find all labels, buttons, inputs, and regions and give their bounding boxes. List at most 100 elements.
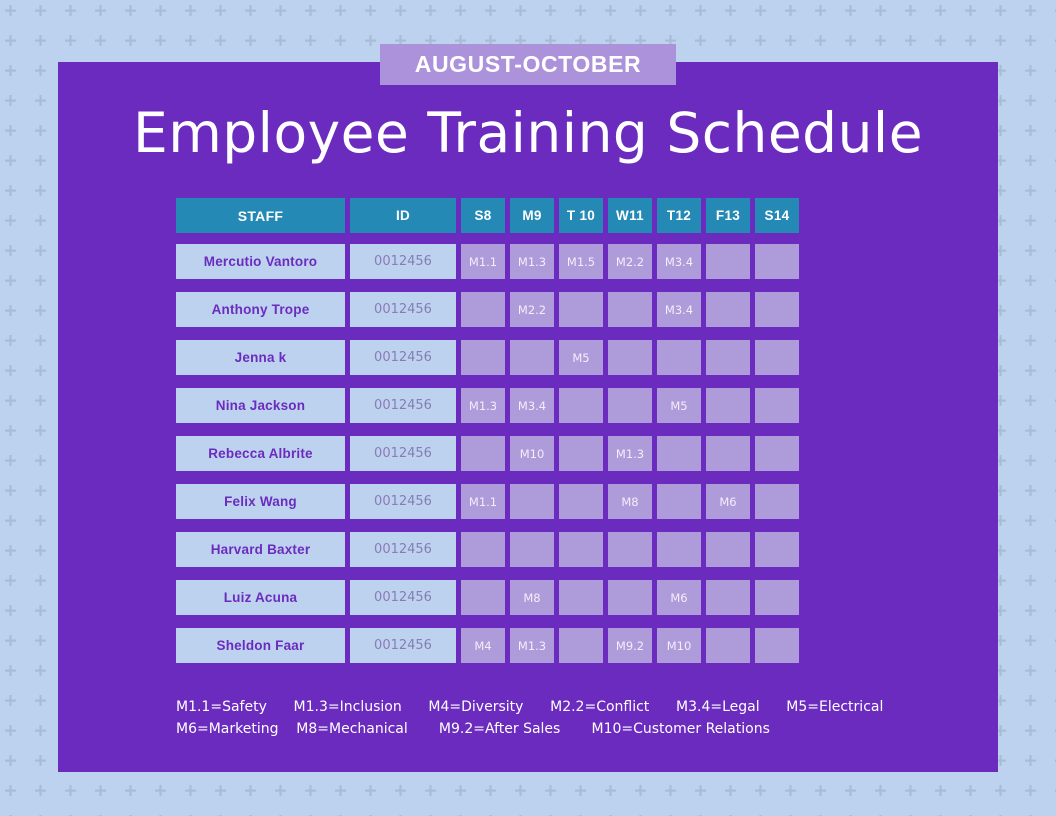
schedule-cell[interactable]: M4 [461,628,505,663]
column-header-f13[interactable]: F13 [706,198,750,233]
table-row: Luiz Acuna 0012456 M8 M6 [176,580,880,615]
schedule-cell[interactable] [657,532,701,567]
schedule-cell[interactable] [461,532,505,567]
table-row: Jenna k 0012456 M5 [176,340,880,375]
schedule-cell[interactable] [559,628,603,663]
schedule-cell[interactable] [755,484,799,519]
schedule-cell[interactable]: M6 [706,484,750,519]
staff-id[interactable]: 0012456 [350,292,456,327]
schedule-cell[interactable]: M10 [510,436,554,471]
schedule-cell[interactable] [461,292,505,327]
staff-id[interactable]: 0012456 [350,244,456,279]
schedule-cell[interactable]: M5 [559,340,603,375]
staff-id[interactable]: 0012456 [350,436,456,471]
schedule-cell[interactable]: M2.2 [510,292,554,327]
column-header-s8[interactable]: S8 [461,198,505,233]
schedule-cell[interactable]: M1.1 [461,244,505,279]
column-header-t10[interactable]: T 10 [559,198,603,233]
schedule-cell[interactable] [706,628,750,663]
schedule-cell[interactable] [559,436,603,471]
column-header-staff[interactable]: STAFF [176,198,345,233]
schedule-cell[interactable] [755,388,799,423]
schedule-cell[interactable]: M1.1 [461,484,505,519]
staff-name[interactable]: Harvard Baxter [176,532,345,567]
date-range-label: AUGUST-OCTOBER [414,51,642,77]
table-row: Nina Jackson 0012456 M1.3 M3.4 M5 [176,388,880,423]
schedule-cell[interactable] [608,340,652,375]
staff-name[interactable]: Rebecca Albrite [176,436,345,471]
staff-name[interactable]: Mercutio Vantoro [176,244,345,279]
schedule-cell[interactable] [706,292,750,327]
schedule-cell[interactable] [608,532,652,567]
schedule-cell[interactable]: M3.4 [510,388,554,423]
column-header-t12[interactable]: T12 [657,198,701,233]
date-range-banner: AUGUST-OCTOBER [380,44,676,85]
staff-name[interactable]: Felix Wang [176,484,345,519]
schedule-cell[interactable]: M9.2 [608,628,652,663]
staff-id[interactable]: 0012456 [350,628,456,663]
schedule-cell[interactable] [510,340,554,375]
schedule-cell[interactable] [608,388,652,423]
schedule-cell[interactable] [706,436,750,471]
schedule-cell[interactable] [510,532,554,567]
schedule-cell[interactable]: M1.3 [608,436,652,471]
schedule-cell[interactable] [755,292,799,327]
table-header-row: STAFF ID S8 M9 T 10 W11 T12 F13 S14 [176,198,880,233]
schedule-cell[interactable] [559,292,603,327]
staff-name[interactable]: Anthony Trope [176,292,345,327]
table-row: Harvard Baxter 0012456 [176,532,880,567]
schedule-cell[interactable]: M1.3 [461,388,505,423]
column-header-s14[interactable]: S14 [755,198,799,233]
column-header-id[interactable]: ID [350,198,456,233]
schedule-cell[interactable] [755,628,799,663]
schedule-cell[interactable]: M1.5 [559,244,603,279]
schedule-cell[interactable]: M10 [657,628,701,663]
page-title: Employee Training Schedule [132,101,924,165]
schedule-cell[interactable] [706,244,750,279]
schedule-cell[interactable] [755,580,799,615]
schedule-cell[interactable] [559,388,603,423]
table-row: Mercutio Vantoro 0012456 M1.1 M1.3 M1.5 … [176,244,880,279]
column-header-m9[interactable]: M9 [510,198,554,233]
table-row: Sheldon Faar 0012456 M4 M1.3 M9.2 M10 [176,628,880,663]
schedule-cell[interactable] [706,532,750,567]
schedule-cell[interactable] [657,484,701,519]
schedule-cell[interactable]: M5 [657,388,701,423]
schedule-cell[interactable] [559,532,603,567]
schedule-cell[interactable]: M1.3 [510,628,554,663]
schedule-cell[interactable]: M3.4 [657,244,701,279]
schedule-cell[interactable] [461,340,505,375]
schedule-cell[interactable] [608,580,652,615]
staff-id[interactable]: 0012456 [350,580,456,615]
staff-name[interactable]: Jenna k [176,340,345,375]
schedule-cell[interactable] [706,340,750,375]
schedule-cell[interactable] [706,388,750,423]
schedule-cell[interactable]: M3.4 [657,292,701,327]
column-header-w11[interactable]: W11 [608,198,652,233]
schedule-cell[interactable] [461,580,505,615]
staff-name[interactable]: Luiz Acuna [176,580,345,615]
staff-id[interactable]: 0012456 [350,340,456,375]
schedule-cell[interactable]: M1.3 [510,244,554,279]
schedule-cell[interactable] [461,436,505,471]
staff-name[interactable]: Nina Jackson [176,388,345,423]
staff-id[interactable]: 0012456 [350,484,456,519]
schedule-cell[interactable] [559,484,603,519]
schedule-cell[interactable] [706,580,750,615]
staff-id[interactable]: 0012456 [350,388,456,423]
staff-id[interactable]: 0012456 [350,532,456,567]
staff-name[interactable]: Sheldon Faar [176,628,345,663]
schedule-cell[interactable] [755,436,799,471]
schedule-cell[interactable] [755,244,799,279]
schedule-cell[interactable] [608,292,652,327]
schedule-cell[interactable]: M8 [608,484,652,519]
schedule-cell[interactable] [657,436,701,471]
schedule-cell[interactable]: M6 [657,580,701,615]
schedule-cell[interactable] [657,340,701,375]
schedule-cell[interactable] [510,484,554,519]
schedule-cell[interactable] [559,580,603,615]
schedule-cell[interactable] [755,340,799,375]
schedule-cell[interactable]: M2.2 [608,244,652,279]
schedule-cell[interactable] [755,532,799,567]
schedule-cell[interactable]: M8 [510,580,554,615]
